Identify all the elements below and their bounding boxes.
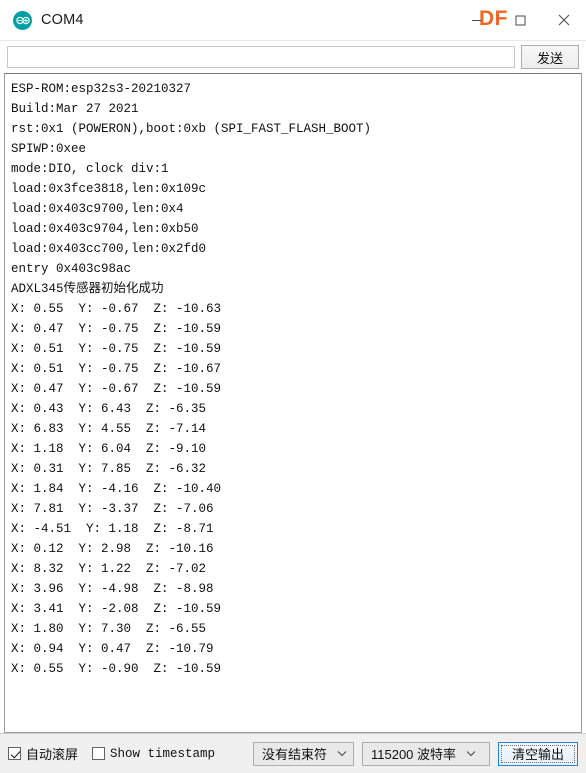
serial-output-line: X: 0.55 Y: -0.90 Z: -10.59 — [11, 662, 222, 676]
baud-rate-select[interactable]: 115200 波特率 — [362, 741, 490, 766]
serial-output-line: ESP-ROM:esp32s3-20210327 — [11, 82, 192, 96]
serial-output-line: load:0x403cc700,len:0x2fd0 — [11, 242, 207, 256]
serial-output-line: X: 3.41 Y: -2.08 Z: -10.59 — [11, 602, 222, 616]
status-bar: 自动滚屏 Show timestamp 没有结束符 115200 波特率 清空输… — [0, 733, 586, 773]
baud-rate-value: 115200 波特率 — [371, 747, 457, 762]
autoscroll-checkbox[interactable]: 自动滚屏 — [8, 744, 78, 763]
line-ending-select[interactable]: 没有结束符 — [252, 741, 354, 766]
send-button[interactable]: 发送 — [521, 45, 579, 69]
serial-output-line: X: 8.32 Y: 1.22 Z: -7.02 — [11, 562, 207, 576]
clear-output-button[interactable]: 清空输出 — [498, 741, 578, 766]
title-bar: COM4 DF — [0, 0, 586, 41]
clear-output-label: 清空输出 — [511, 747, 564, 762]
serial-output-line: X: 7.81 Y: -3.37 Z: -7.06 — [11, 502, 214, 516]
send-bar: 发送 — [0, 41, 586, 73]
minimize-icon[interactable] — [454, 0, 498, 40]
serial-output-line: ADXL345传感器初始化成功 — [11, 282, 164, 296]
serial-output-line: X: 0.43 Y: 6.43 Z: -6.35 — [11, 402, 207, 416]
serial-output-line: X: 1.18 Y: 6.04 Z: -9.10 — [11, 442, 207, 456]
line-ending-value: 没有结束符 — [261, 747, 327, 762]
arduino-infinity-icon — [13, 10, 32, 30]
serial-output-line: X: -4.51 Y: 1.18 Z: -8.71 — [11, 522, 214, 536]
serial-output-line: load:0x403c9700,len:0x4 — [11, 202, 184, 216]
serial-output-line: X: 0.55 Y: -0.67 Z: -10.63 — [11, 302, 222, 316]
show-timestamp-label: Show timestamp — [110, 746, 216, 761]
show-timestamp-checkbox-box[interactable] — [92, 747, 106, 760]
serial-output-line: X: 0.12 Y: 2.98 Z: -10.16 — [11, 542, 214, 556]
serial-output-line: X: 1.84 Y: -4.16 Z: -10.40 — [11, 482, 222, 496]
serial-output-line: load:0x403c9704,len:0xb50 — [11, 222, 199, 236]
window-title: COM4 — [41, 12, 84, 28]
maximize-icon[interactable] — [498, 0, 542, 40]
serial-output-line: Build:Mar 27 2021 — [11, 102, 139, 116]
serial-output-line: X: 1.80 Y: 7.30 Z: -6.55 — [11, 622, 207, 636]
serial-output-line: X: 3.96 Y: -4.98 Z: -8.98 — [11, 582, 214, 596]
close-icon[interactable] — [542, 0, 586, 40]
serial-output-line: X: 0.51 Y: -0.75 Z: -10.67 — [11, 362, 222, 376]
window-controls — [454, 0, 586, 40]
autoscroll-label: 自动滚屏 — [26, 747, 79, 762]
serial-output-line: X: 0.51 Y: -0.75 Z: -10.59 — [11, 342, 222, 356]
title-bar-left: COM4 — [0, 10, 84, 30]
autoscroll-checkbox-box[interactable] — [8, 747, 21, 760]
serial-output-text: ESP-ROM:esp32s3-20210327 Build:Mar 27 202… — [5, 74, 581, 679]
serial-output-line: X: 0.47 Y: -0.75 Z: -10.59 — [11, 322, 222, 336]
serial-output-line: mode:DIO, clock div:1 — [11, 162, 169, 176]
chevron-down-icon — [335, 750, 349, 757]
serial-output-line: X: 0.47 Y: -0.67 Z: -10.59 — [11, 382, 222, 396]
serial-output-line: SPIWP:0xee — [11, 142, 87, 156]
chevron-down-icon — [464, 750, 478, 757]
show-timestamp-checkbox[interactable]: Show timestamp — [92, 747, 215, 761]
serial-output-line: rst:0x1 (POWERON),boot:0xb (SPI_FAST_FLA… — [11, 122, 372, 136]
serial-output-line: X: 0.94 Y: 0.47 Z: -10.79 — [11, 642, 214, 656]
send-input[interactable] — [7, 46, 515, 68]
serial-monitor-window: COM4 DF 发送 ESP-ROM:esp32s3-20210327 Build… — [0, 0, 586, 773]
serial-output-line: load:0x3fce3818,len:0x109c — [11, 182, 207, 196]
serial-output-line: entry 0x403c98ac — [11, 262, 132, 276]
serial-output-panel[interactable]: ESP-ROM:esp32s3-20210327 Build:Mar 27 202… — [4, 73, 582, 733]
serial-output-line: X: 6.83 Y: 4.55 Z: -7.14 — [11, 422, 207, 436]
serial-output-line: X: 0.31 Y: 7.85 Z: -6.32 — [11, 462, 207, 476]
